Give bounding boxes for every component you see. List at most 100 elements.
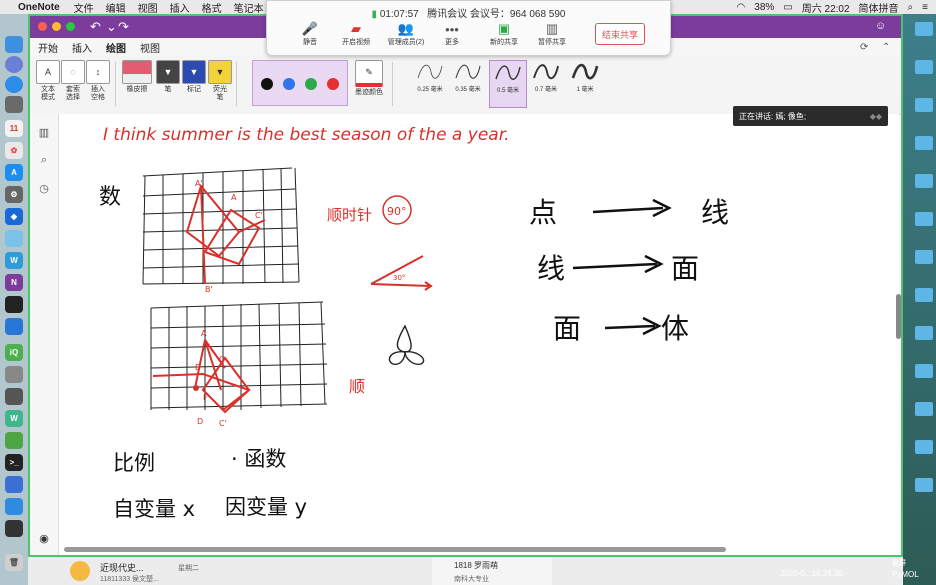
manage-members-button[interactable]: 👥 管理成员(2) bbox=[383, 21, 429, 47]
app-icon[interactable] bbox=[5, 476, 23, 493]
menu-insert[interactable]: 插入 bbox=[170, 0, 190, 15]
folder-icon[interactable] bbox=[915, 364, 933, 378]
trash-icon[interactable]: 🗑 bbox=[5, 554, 23, 571]
stroke-1[interactable]: 1 毫米 bbox=[567, 60, 603, 106]
minimize-window-button[interactable] bbox=[52, 22, 61, 31]
recent-notes-icon[interactable]: ◷ bbox=[37, 182, 51, 196]
menubar-clock[interactable]: 周六 22:02 bbox=[802, 0, 850, 15]
onenote-icon[interactable]: N bbox=[5, 274, 23, 291]
tab-insert[interactable]: 插入 bbox=[72, 40, 92, 55]
safari-icon[interactable] bbox=[5, 76, 23, 93]
notes-app-icon[interactable] bbox=[70, 561, 90, 581]
insert-space-button[interactable]: ↕ 插入 空格 bbox=[86, 60, 110, 102]
account-icon[interactable]: ◉ bbox=[37, 532, 51, 546]
color-blue[interactable] bbox=[283, 78, 295, 90]
stroke-025[interactable]: 0.25 毫米 bbox=[412, 60, 448, 106]
undo-icon[interactable]: ↶ bbox=[90, 19, 101, 35]
app-icon[interactable] bbox=[5, 498, 23, 515]
folder-icon[interactable] bbox=[915, 174, 933, 188]
start-video-button[interactable]: ▰ 开启视频 bbox=[333, 21, 379, 47]
text-mode-button[interactable]: A 文本 模式 bbox=[36, 60, 60, 102]
evernote-icon[interactable] bbox=[5, 432, 23, 449]
sync-icon[interactable]: ⟳ bbox=[860, 42, 868, 53]
eraser-button[interactable]: 橡皮擦 bbox=[122, 60, 152, 94]
mute-button[interactable]: 🎤 静音 bbox=[287, 21, 333, 47]
app-icon[interactable] bbox=[5, 366, 23, 383]
menu-edit[interactable]: 编辑 bbox=[106, 0, 126, 15]
pymol-label[interactable]: PyMOL bbox=[892, 570, 919, 579]
menubar-app-name[interactable]: OneNote bbox=[18, 2, 60, 13]
iqiyi-icon[interactable]: iQ bbox=[5, 344, 23, 361]
app-icon[interactable]: W bbox=[5, 410, 23, 427]
new-share-button[interactable]: ▣ 新的共享 bbox=[481, 21, 527, 47]
menu-view[interactable]: 视图 bbox=[138, 0, 158, 15]
tencent-meeting-icon[interactable] bbox=[5, 318, 23, 335]
folder-icon[interactable] bbox=[915, 98, 933, 112]
folder-icon[interactable] bbox=[915, 60, 933, 74]
stroke-05[interactable]: 0.5 毫米 bbox=[489, 60, 527, 108]
pause-share-button[interactable]: ▥ 暂停共享 bbox=[529, 21, 575, 47]
app-icon[interactable] bbox=[5, 388, 23, 405]
app-icon[interactable] bbox=[5, 230, 23, 247]
close-window-button[interactable] bbox=[38, 22, 47, 31]
member-2-name[interactable]: 南科大专业 bbox=[454, 574, 489, 584]
color-red[interactable] bbox=[327, 78, 339, 90]
folder-icon[interactable] bbox=[915, 212, 933, 226]
marker-button[interactable]: ▼ 标记 bbox=[182, 60, 206, 94]
folder-icon[interactable] bbox=[915, 478, 933, 492]
folder-icon[interactable] bbox=[915, 402, 933, 416]
undo-dropdown-icon[interactable]: ⌄ bbox=[106, 19, 117, 35]
collapse-ribbon-icon[interactable]: ⌃ bbox=[882, 42, 890, 53]
member-1-name[interactable]: 1818 罗雨萌 bbox=[454, 560, 498, 571]
tab-home[interactable]: 开始 bbox=[38, 40, 58, 55]
app-icon[interactable] bbox=[5, 520, 23, 537]
folder-icon[interactable] bbox=[915, 22, 933, 36]
notebooks-icon[interactable]: ▥ bbox=[37, 126, 51, 140]
redo-icon[interactable]: ↷ bbox=[118, 19, 129, 35]
more-button[interactable]: ••• 更多 bbox=[429, 21, 475, 47]
search-icon[interactable]: ⌕ bbox=[908, 2, 914, 13]
tencent-meeting-toolbar: ▮ 01:07:57 腾讯会议 会议号：964 068 590 🎤 静音 ▰ 开… bbox=[266, 0, 671, 56]
folder-icon[interactable] bbox=[915, 136, 933, 150]
vertical-scrollbar[interactable] bbox=[896, 294, 901, 339]
zoom-window-button[interactable] bbox=[66, 22, 75, 31]
folder-icon[interactable] bbox=[915, 288, 933, 302]
account-icon[interactable]: ☺ bbox=[875, 20, 886, 32]
word-icon[interactable]: W bbox=[5, 252, 23, 269]
menu-file[interactable]: 文件 bbox=[74, 0, 94, 15]
menu-format[interactable]: 格式 bbox=[202, 0, 222, 15]
tab-draw[interactable]: 绘图 bbox=[106, 40, 126, 55]
highlighter-button[interactable]: ▼ 荧光 笔 bbox=[208, 60, 232, 102]
folder-icon[interactable] bbox=[915, 440, 933, 454]
note-item-title[interactable]: 近现代史... bbox=[100, 561, 144, 574]
stroke-035[interactable]: 0.35 毫米 bbox=[450, 60, 486, 106]
finder-icon[interactable] bbox=[5, 36, 23, 53]
folder-icon[interactable] bbox=[915, 326, 933, 340]
qq-icon[interactable] bbox=[5, 296, 23, 313]
folder-icon[interactable] bbox=[915, 250, 933, 264]
terminal-icon[interactable]: >_ bbox=[5, 454, 23, 471]
menu-list-icon[interactable]: ≡ bbox=[922, 2, 928, 13]
color-green[interactable] bbox=[305, 78, 317, 90]
menu-notebook[interactable]: 笔记本 bbox=[234, 0, 264, 15]
color-black[interactable] bbox=[261, 78, 273, 90]
end-share-button[interactable]: 结束共享 bbox=[595, 23, 645, 45]
note-canvas[interactable]: I think summer is the best season of the… bbox=[59, 114, 899, 546]
app-icon[interactable]: ◆ bbox=[5, 208, 23, 225]
input-method[interactable]: 简体拼音 bbox=[859, 0, 899, 15]
siri-icon[interactable] bbox=[5, 56, 23, 73]
tab-view[interactable]: 视图 bbox=[140, 40, 160, 55]
lasso-select-button[interactable]: ◌ 套索 选择 bbox=[61, 60, 85, 102]
horizontal-scrollbar[interactable] bbox=[64, 547, 726, 552]
photos-icon[interactable]: ✿ bbox=[5, 142, 23, 159]
wifi-icon[interactable]: ◠ bbox=[737, 2, 746, 13]
system-preferences-icon[interactable]: ⚙ bbox=[5, 186, 23, 203]
battery-icon[interactable]: ▭ bbox=[783, 2, 792, 13]
stroke-07[interactable]: 0.7 毫米 bbox=[528, 60, 564, 106]
pen-button[interactable]: ▼ 笔 bbox=[156, 60, 180, 94]
search-icon[interactable]: ⌕ bbox=[37, 154, 51, 168]
calendar-icon[interactable]: 11 bbox=[5, 120, 23, 137]
app-store-icon[interactable]: A bbox=[5, 164, 23, 181]
launchpad-icon[interactable] bbox=[5, 96, 23, 113]
ink-color-button[interactable]: ✎ 墨迹颜色 bbox=[355, 60, 383, 97]
